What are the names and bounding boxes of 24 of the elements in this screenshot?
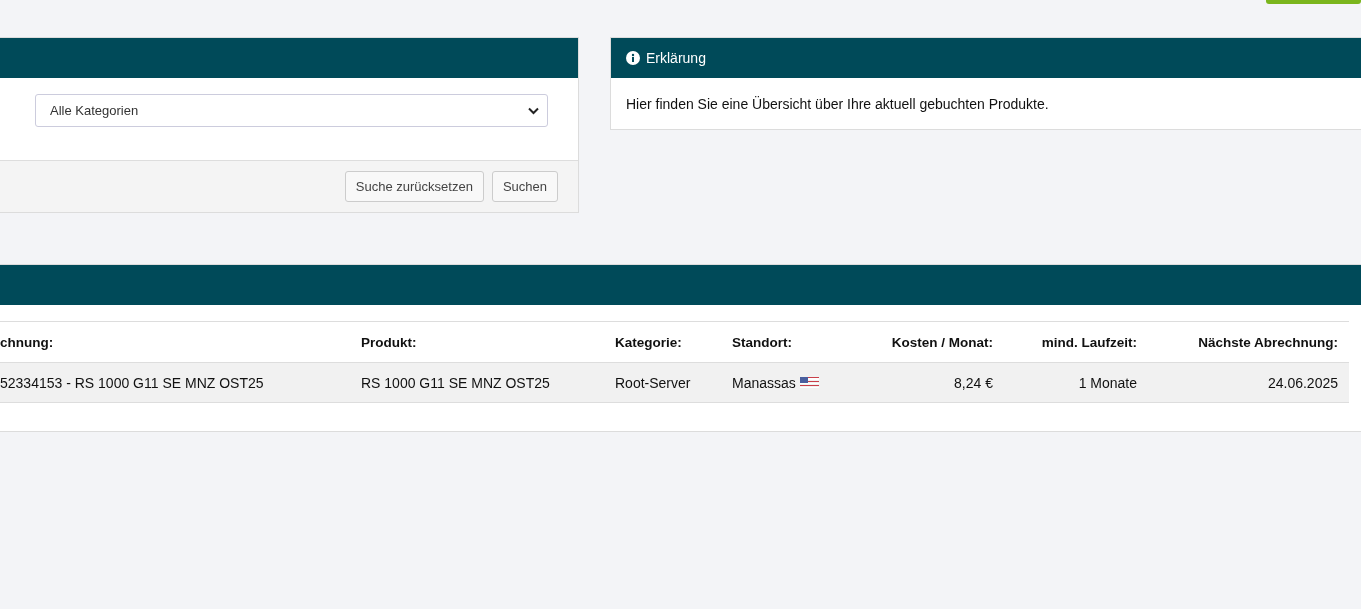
column-header: mind. Laufzeit: xyxy=(1040,333,1138,352)
panel-title: Erklärung xyxy=(646,50,706,66)
column-header: Nächste Abrechnung: xyxy=(1197,333,1339,352)
column-header: Kosten / Monat: xyxy=(890,333,994,352)
table-cell: Manassas xyxy=(732,374,796,391)
column-header: Standort: xyxy=(731,333,793,352)
flag-icon xyxy=(799,377,819,388)
reset-search-button[interactable]: Suche zurücksetzen xyxy=(344,171,484,202)
info-icon xyxy=(626,51,640,65)
table-cell-text: 8,24 € xyxy=(953,373,994,393)
info-text: Hier finden Sie eine Übersicht über Ihre aktuell gebuchten Produkte. xyxy=(626,96,1049,112)
column-header: Kategorie: xyxy=(614,333,683,352)
table-cell-text: RS 1000 G11 SE MNZ OST25 xyxy=(360,373,551,393)
category-select[interactable]: Alle Kategorien xyxy=(35,94,548,127)
column-header: Produkt: xyxy=(360,333,418,352)
search-button[interactable]: Suchen xyxy=(491,171,558,202)
table-row[interactable]: 52334153 - RS 1000 G11 SE MNZ OST25 RS 1000 G11 SE MNZ OST25 Root-Server Manassas 8,24 € 1 Monate 24.06.2025 xyxy=(0,362,1349,403)
table-cell-text: 1 Monate xyxy=(1077,373,1138,393)
column-header: chnung: xyxy=(0,333,55,352)
chevron-down-icon xyxy=(528,106,539,115)
table-cell-text: 24.06.2025 xyxy=(1266,373,1339,393)
action-button[interactable] xyxy=(1266,0,1361,4)
table-cell-text: 52334153 - RS 1000 G11 SE MNZ OST25 xyxy=(0,373,265,393)
table-cell-text: Root-Server xyxy=(614,373,692,393)
